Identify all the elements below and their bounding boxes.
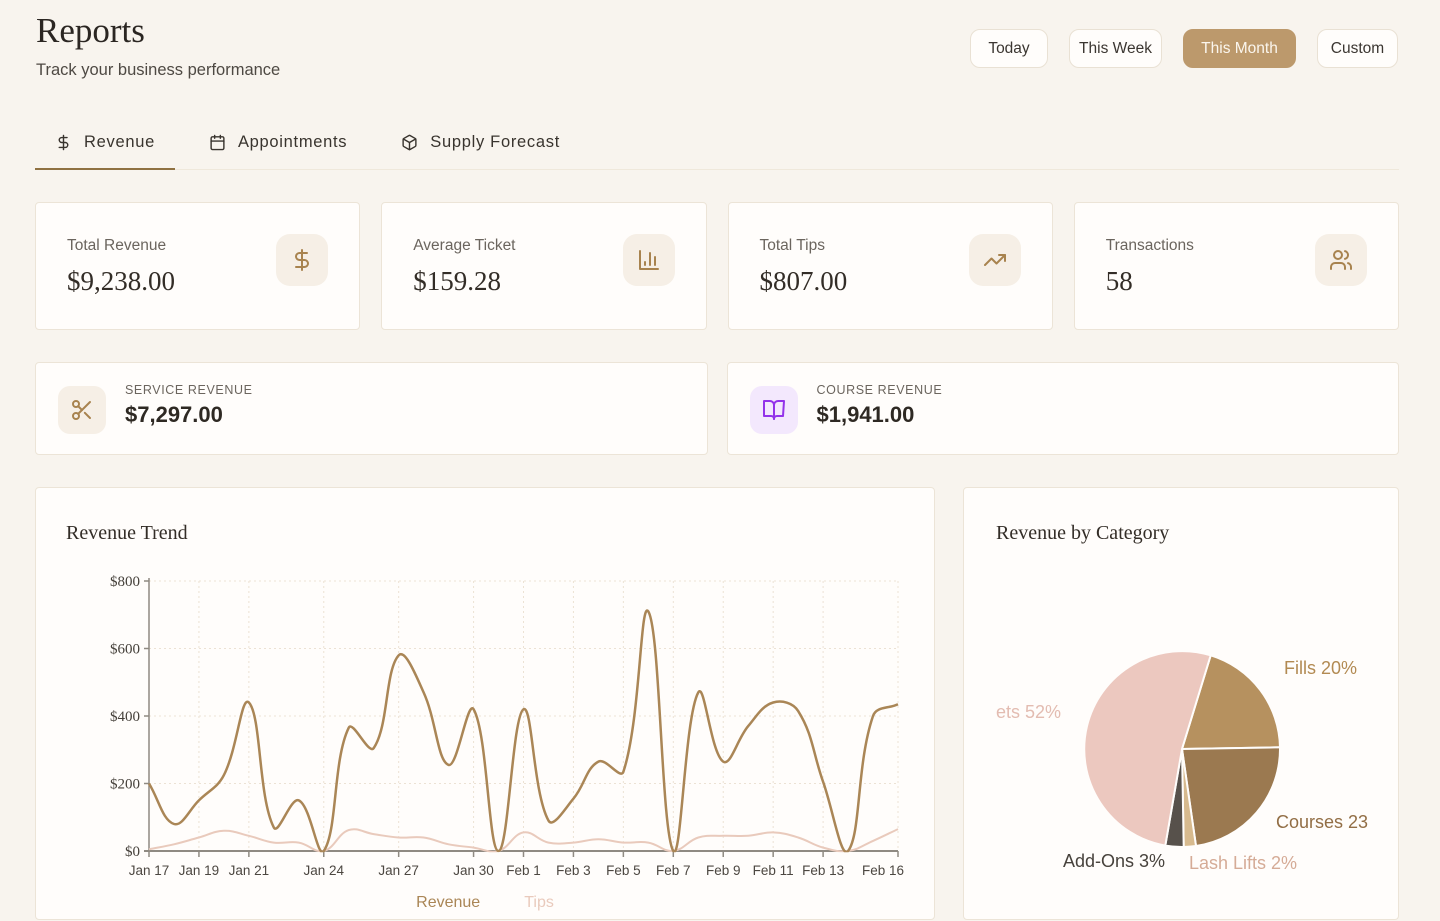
pie-label: Add-Ons 3% bbox=[1063, 851, 1165, 872]
page-subtitle: Track your business performance bbox=[36, 61, 280, 80]
tab-supply-forecast[interactable]: Supply Forecast bbox=[381, 130, 580, 170]
svg-text:Jan 19: Jan 19 bbox=[179, 863, 220, 878]
book-open-icon bbox=[750, 386, 798, 434]
svg-text:Jan 27: Jan 27 bbox=[378, 863, 419, 878]
revenue-split-cards: SERVICE REVENUE $7,297.00 COURSE REVENUE… bbox=[35, 362, 1399, 455]
course-revenue-card: COURSE REVENUE $1,941.00 bbox=[727, 362, 1400, 455]
svg-text:Feb 11: Feb 11 bbox=[753, 863, 794, 878]
scissors-icon bbox=[58, 386, 106, 434]
period-selector: Today This Week This Month Custom bbox=[970, 29, 1398, 68]
svg-text:$0: $0 bbox=[125, 844, 140, 860]
service-revenue-label: SERVICE REVENUE bbox=[125, 383, 707, 397]
svg-text:$800: $800 bbox=[110, 574, 140, 590]
period-today-button[interactable]: Today bbox=[970, 29, 1048, 68]
average-ticket-card: Average Ticket $159.28 bbox=[381, 202, 706, 330]
tab-revenue-label: Revenue bbox=[84, 133, 155, 152]
tab-appointments[interactable]: Appointments bbox=[189, 130, 367, 170]
trending-up-icon bbox=[969, 234, 1021, 286]
legend-item-revenue[interactable]: Revenue bbox=[416, 894, 480, 912]
svg-text:Jan 17: Jan 17 bbox=[129, 863, 170, 878]
dollar-icon bbox=[55, 134, 72, 151]
legend-item-tips[interactable]: Tips bbox=[524, 894, 554, 912]
total-revenue-card: Total Revenue $9,238.00 bbox=[35, 202, 360, 330]
calendar-icon bbox=[209, 134, 226, 151]
course-revenue-label: COURSE REVENUE bbox=[817, 383, 1399, 397]
pie-label: Courses 23 bbox=[1276, 812, 1368, 833]
svg-text:Feb 9: Feb 9 bbox=[706, 863, 741, 878]
svg-text:Feb 1: Feb 1 bbox=[506, 863, 541, 878]
svg-text:Feb 3: Feb 3 bbox=[556, 863, 591, 878]
course-revenue-value: $1,941.00 bbox=[817, 402, 1399, 428]
stat-cards: Total Revenue $9,238.00 Average Ticket $… bbox=[35, 202, 1399, 330]
svg-text:Feb 5: Feb 5 bbox=[606, 863, 641, 878]
package-icon bbox=[401, 134, 418, 151]
total-tips-card: Total Tips $807.00 bbox=[728, 202, 1053, 330]
svg-text:Feb 16: Feb 16 bbox=[862, 863, 904, 878]
svg-text:$200: $200 bbox=[110, 777, 140, 793]
page-title: Reports bbox=[36, 11, 145, 51]
svg-text:Jan 21: Jan 21 bbox=[229, 863, 270, 878]
revenue-trend-card: $0 $200 $400 $600 $800 Jan 17 Jan 19 Jan 21 Jan … bbox=[35, 487, 935, 920]
chart-legend: Revenue Tips bbox=[36, 894, 934, 912]
tab-revenue[interactable]: Revenue bbox=[35, 130, 175, 170]
pie-label: ets 52% bbox=[996, 702, 1061, 723]
bar-chart-icon bbox=[623, 234, 675, 286]
svg-text:Jan 30: Jan 30 bbox=[453, 863, 494, 878]
period-this-month-button[interactable]: This Month bbox=[1183, 29, 1296, 68]
period-custom-button[interactable]: Custom bbox=[1317, 29, 1398, 68]
svg-text:$600: $600 bbox=[110, 642, 140, 658]
pie-label: Fills 20% bbox=[1284, 658, 1357, 679]
svg-text:$400: $400 bbox=[110, 709, 140, 725]
service-revenue-value: $7,297.00 bbox=[125, 402, 707, 428]
svg-text:Feb 13: Feb 13 bbox=[802, 863, 844, 878]
transactions-card: Transactions 58 bbox=[1074, 202, 1399, 330]
dollar-icon bbox=[276, 234, 328, 286]
report-tabs: Revenue Appointments Supply Forecast bbox=[35, 130, 1399, 170]
users-icon bbox=[1315, 234, 1367, 286]
tab-supply-forecast-label: Supply Forecast bbox=[430, 133, 560, 152]
svg-text:Feb 7: Feb 7 bbox=[656, 863, 691, 878]
revenue-by-category-card: Revenue by Category Fills 20% Courses 23 L… bbox=[963, 487, 1399, 920]
period-this-week-button[interactable]: This Week bbox=[1069, 29, 1162, 68]
revenue-trend-chart: $0 $200 $400 $600 $800 Jan 17 Jan 19 Jan 21 Jan … bbox=[36, 488, 936, 921]
service-revenue-card: SERVICE REVENUE $7,297.00 bbox=[35, 362, 708, 455]
svg-text:Jan 24: Jan 24 bbox=[303, 863, 344, 878]
revenue-by-category-title: Revenue by Category bbox=[996, 522, 1169, 545]
pie-label: Lash Lifts 2% bbox=[1189, 853, 1297, 874]
revenue-trend-title: Revenue Trend bbox=[66, 522, 188, 545]
tab-appointments-label: Appointments bbox=[238, 133, 347, 152]
